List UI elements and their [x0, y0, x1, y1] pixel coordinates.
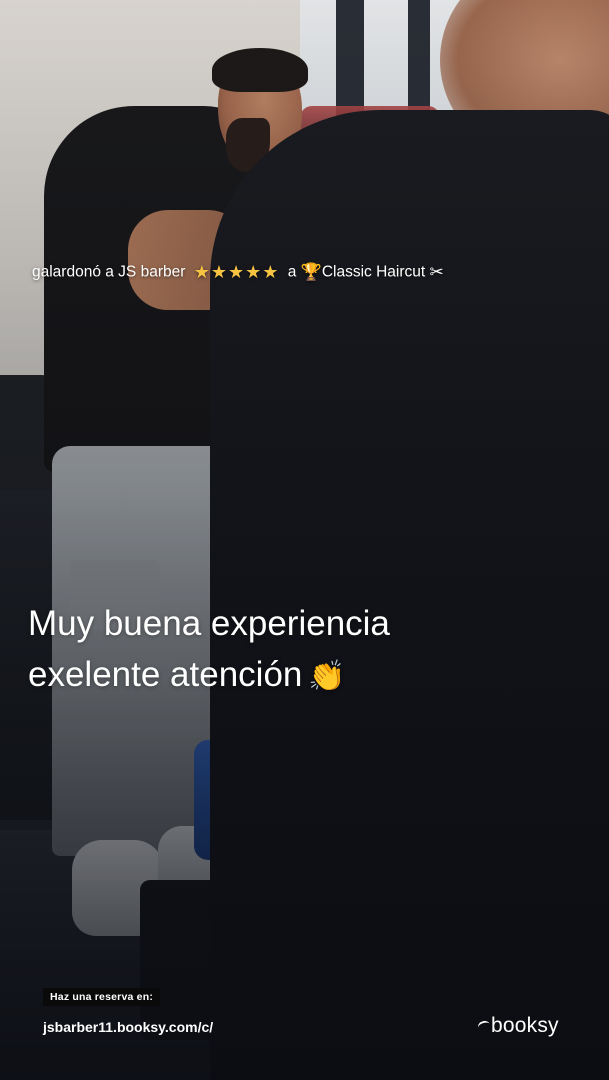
review-line-1: Muy buena experiencia — [28, 604, 390, 643]
clapping-hands-icon: 👏 — [308, 660, 346, 693]
booking-label: Haz una reserva en: — [43, 988, 161, 1006]
booksy-logo-mark-icon — [476, 1019, 492, 1033]
award-prefix: galardonó a JS barber — [32, 263, 186, 281]
scissors-icon: ✂ — [429, 262, 444, 282]
trophy-icon: 🏆 — [300, 262, 322, 282]
review-line-2-text: exelente atención — [28, 655, 303, 694]
award-line: galardonó a JS barber ★★★★★ a 🏆Classic H… — [32, 262, 444, 283]
award-connector: a — [287, 263, 297, 281]
service-name: Classic Haircut — [321, 263, 426, 281]
star-rating: ★★★★★ — [193, 262, 280, 282]
booking-link[interactable]: jsbarber11.booksy.com/c/ — [43, 1019, 213, 1035]
review-text: Muy buena experiencia exelente atención 👏 — [28, 598, 588, 702]
booksy-logo: booksy — [476, 1014, 559, 1038]
story-card: galardonó a JS barber ★★★★★ a 🏆Classic H… — [0, 0, 609, 1080]
review-line-2: exelente atención 👏 — [28, 649, 588, 702]
booksy-logo-text: booksy — [491, 1014, 559, 1037]
